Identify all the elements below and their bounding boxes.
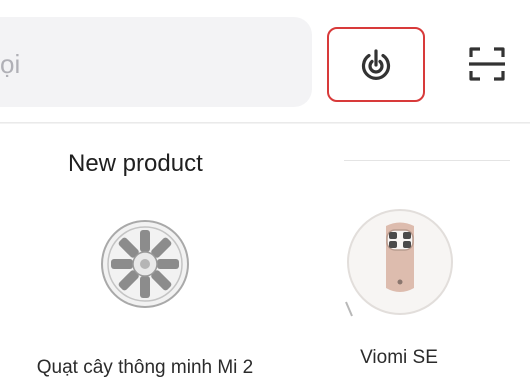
tab-underline (344, 160, 510, 161)
product-name: Quạt cây thông minh Mi 2 (36, 357, 254, 378)
product-card-fan[interactable]: Quạt cây thông minh Mi 2 (30, 218, 260, 380)
search-bar[interactable]: ọi (0, 17, 312, 107)
header-divider (0, 122, 530, 124)
scan-button[interactable] (463, 40, 511, 88)
product-card-robot-vacuum[interactable]: Viomi SE (322, 204, 476, 370)
scan-icon (469, 47, 505, 81)
product-name: Viomi SE (360, 347, 438, 368)
section-title: New product (68, 150, 203, 177)
page: ọi New product Quạt cây thông minh Mi 2 … (0, 0, 530, 392)
fan-image (101, 220, 189, 308)
power-icon (361, 48, 391, 80)
robot-vacuum-image (345, 209, 453, 317)
device-power-button[interactable] (327, 27, 425, 102)
search-placeholder: ọi (0, 49, 21, 79)
